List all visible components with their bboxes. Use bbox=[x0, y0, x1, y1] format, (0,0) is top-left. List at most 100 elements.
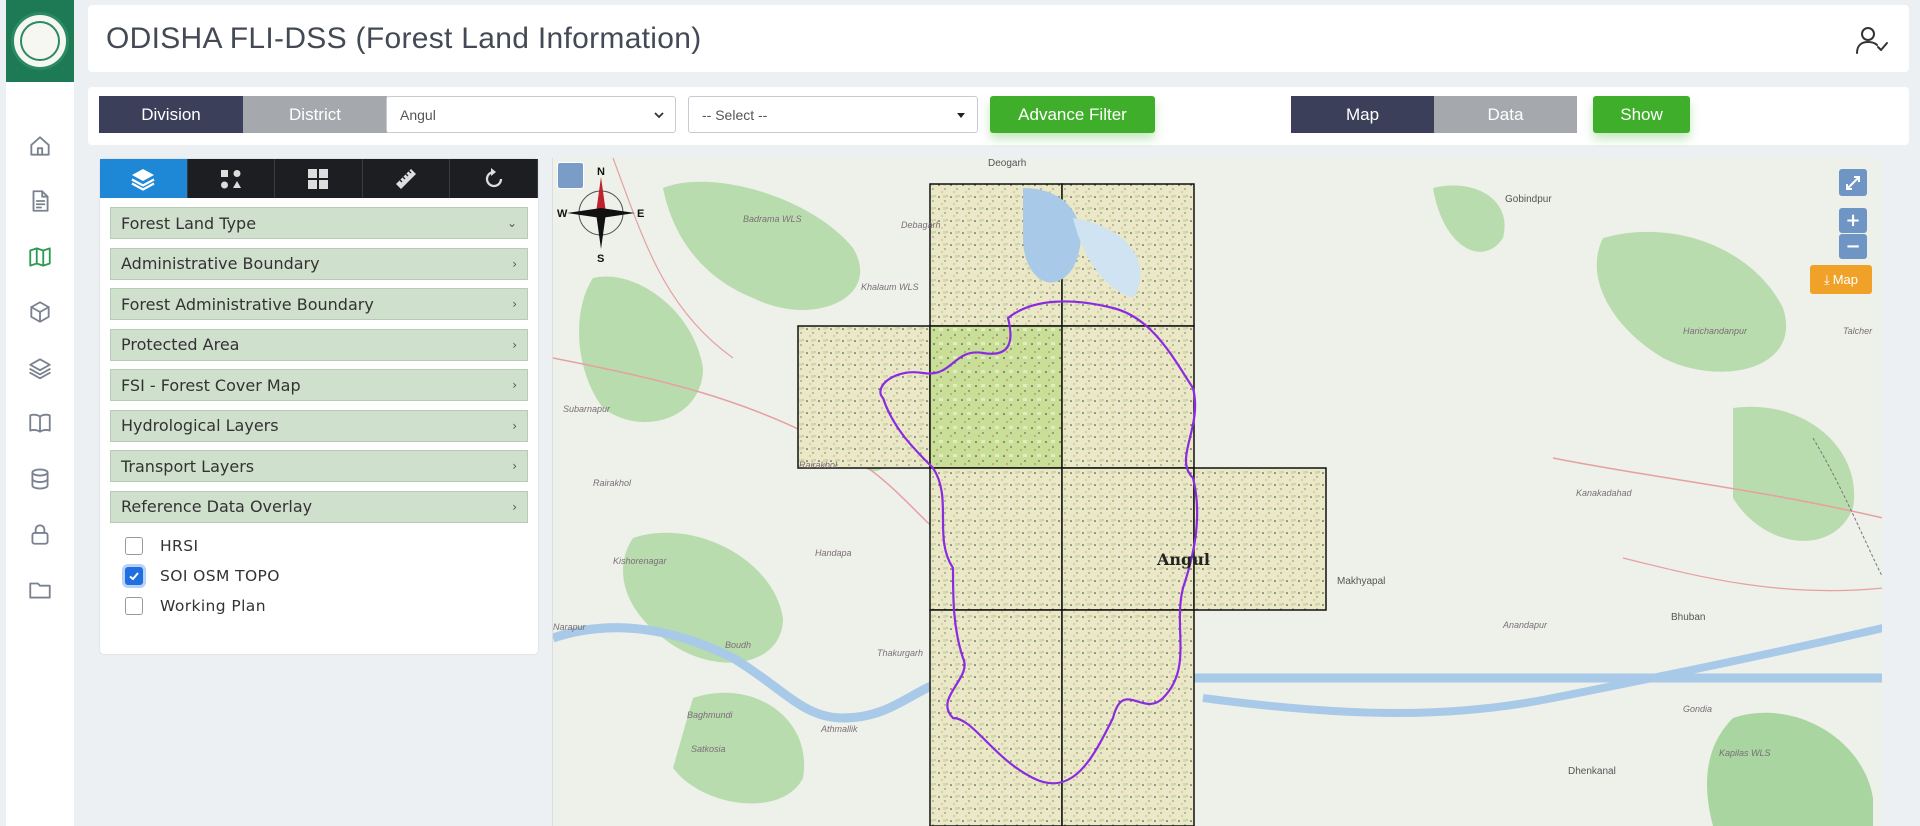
chevron-right-icon: › bbox=[512, 297, 517, 311]
place-label: Harichandanpur bbox=[1683, 326, 1748, 336]
chevron-right-icon: › bbox=[512, 459, 517, 473]
place-label: Kishorenagar bbox=[613, 556, 667, 566]
advance-filter-button[interactable]: Advance Filter bbox=[990, 96, 1155, 133]
district-toggle-button[interactable]: District bbox=[243, 96, 387, 133]
sidebar-item-files[interactable] bbox=[6, 562, 74, 618]
ruler-icon bbox=[396, 168, 417, 189]
checkbox-box[interactable] bbox=[125, 537, 143, 555]
district-label: Angul bbox=[1157, 550, 1210, 569]
download-map-button[interactable]: ⤓ Map bbox=[1810, 265, 1872, 294]
sidebar-nav bbox=[6, 118, 74, 618]
accordion-label: Reference Data Overlay bbox=[121, 497, 313, 516]
basis-toggle: Division District bbox=[99, 96, 387, 133]
accordion-administrative-boundary[interactable]: Administrative Boundary › bbox=[110, 247, 528, 280]
accordion-label: Forest Land Type bbox=[121, 213, 257, 233]
checkbox-working-plan[interactable]: Working Plan bbox=[125, 591, 538, 621]
place-label: Bhuban bbox=[1671, 612, 1706, 623]
check-icon bbox=[129, 572, 139, 581]
download-icon: ⤓ bbox=[1823, 271, 1830, 287]
fullscreen-button[interactable] bbox=[1839, 169, 1867, 196]
folder-icon bbox=[29, 582, 51, 599]
place-label: Handapa bbox=[815, 548, 852, 558]
place-label: Kanakadahad bbox=[1576, 488, 1632, 498]
user-account-button[interactable] bbox=[1855, 25, 1889, 55]
zoom-in-button[interactable]: + bbox=[1839, 208, 1867, 233]
tool-shapes[interactable] bbox=[187, 159, 276, 198]
place-label: Rairakhol bbox=[799, 460, 838, 470]
sidebar-item-database[interactable] bbox=[6, 451, 74, 507]
layer-accordion: Forest Land Type ⌄ Administrative Bounda… bbox=[110, 207, 528, 523]
accordion-label: Forest Administrative Boundary bbox=[121, 294, 374, 314]
place-label: Thakurgarh bbox=[877, 648, 924, 658]
place-label: Badrama WLS bbox=[743, 214, 802, 224]
chevron-right-icon: › bbox=[512, 418, 517, 433]
division-toggle-button[interactable]: Division bbox=[99, 96, 243, 133]
compass-s: S bbox=[597, 253, 604, 263]
place-label: Gondia bbox=[1683, 704, 1713, 714]
sidebar-item-security[interactable] bbox=[6, 507, 74, 563]
map-view-button[interactable]: Map bbox=[1291, 96, 1434, 133]
accordion-protected-area[interactable]: Protected Area › bbox=[110, 328, 528, 361]
panel-toolbar bbox=[100, 159, 538, 198]
sidebar bbox=[6, 0, 74, 826]
book-icon bbox=[29, 414, 51, 433]
chevron-down-icon: ⌄ bbox=[506, 216, 517, 230]
show-button[interactable]: Show bbox=[1593, 96, 1690, 133]
sidebar-item-layers[interactable] bbox=[6, 340, 74, 396]
map-icon bbox=[29, 247, 51, 267]
accordion-reference-data-overlay[interactable]: Reference Data Overlay › bbox=[110, 490, 528, 523]
cube-icon bbox=[30, 301, 50, 323]
document-icon bbox=[32, 190, 49, 212]
place-label: Dhenkanal bbox=[1568, 766, 1616, 777]
checkbox-box-checked[interactable] bbox=[125, 567, 143, 585]
accordion-label: Transport Layers bbox=[121, 456, 255, 476]
checkbox-label: SOI OSM TOPO bbox=[160, 567, 280, 585]
district-select[interactable]: Angul bbox=[386, 96, 676, 133]
data-view-button[interactable]: Data bbox=[1434, 96, 1577, 133]
chevron-right-icon: › bbox=[512, 337, 517, 352]
sidebar-item-guide[interactable] bbox=[6, 396, 74, 452]
checkbox-label: HRSI bbox=[160, 537, 199, 555]
division-select[interactable]: -- Select -- bbox=[688, 96, 978, 133]
accordion-fsi-forest-cover-map[interactable]: FSI - Forest Cover Map › bbox=[110, 369, 528, 401]
sidebar-item-map[interactable] bbox=[6, 229, 74, 285]
sidebar-item-home[interactable] bbox=[6, 118, 74, 174]
sidebar-item-3d[interactable] bbox=[6, 285, 74, 341]
checkbox-label: Working Plan bbox=[160, 597, 266, 615]
tool-reset[interactable] bbox=[450, 159, 538, 198]
home-icon bbox=[30, 136, 50, 156]
accordion-forest-land-type[interactable]: Forest Land Type ⌄ bbox=[110, 207, 528, 239]
accordion-hydrological-layers[interactable]: Hydrological Layers › bbox=[110, 409, 528, 442]
reference-overlay-options: HRSI SOI OSM TOPO Working Plan bbox=[125, 531, 538, 621]
place-label: Rairakhol bbox=[593, 478, 632, 488]
checkbox-hrsi[interactable]: HRSI bbox=[125, 531, 538, 561]
lock-icon bbox=[31, 524, 49, 545]
expand-icon bbox=[1846, 175, 1860, 190]
sidebar-item-documents[interactable] bbox=[6, 174, 74, 230]
map-canvas[interactable]: N S W E + − ⤓ Map Angul Deogarh Debagarh… bbox=[552, 158, 1882, 826]
tool-grid[interactable] bbox=[275, 159, 363, 198]
layers-icon bbox=[131, 168, 155, 191]
checkbox-box[interactable] bbox=[125, 597, 143, 615]
division-select-value: -- Select -- bbox=[702, 106, 768, 123]
place-label: Satkosia bbox=[691, 744, 726, 754]
chevron-down-icon bbox=[654, 112, 664, 119]
layer-panel: Forest Land Type ⌄ Administrative Bounda… bbox=[99, 158, 539, 655]
zoom-out-button[interactable]: − bbox=[1839, 234, 1867, 259]
chevron-right-icon: › bbox=[512, 256, 517, 271]
grid-icon bbox=[308, 168, 329, 189]
odisha-emblem-logo[interactable] bbox=[6, 0, 74, 82]
accordion-transport-layers[interactable]: Transport Layers › bbox=[110, 450, 528, 482]
compass-rose-icon: N S W E bbox=[557, 166, 644, 263]
refresh-icon bbox=[485, 167, 502, 187]
tool-layers[interactable] bbox=[100, 159, 188, 198]
compass-n: N bbox=[597, 166, 605, 178]
compass-w: W bbox=[557, 208, 568, 220]
tool-measure[interactable] bbox=[362, 159, 451, 198]
view-toggle: Map Data bbox=[1291, 96, 1577, 133]
checkbox-soi-osm-topo[interactable]: SOI OSM TOPO bbox=[125, 561, 538, 591]
compass-e: E bbox=[637, 208, 644, 220]
accordion-forest-administrative-boundary[interactable]: Forest Administrative Boundary › bbox=[110, 288, 528, 320]
accordion-label: FSI - Forest Cover Map bbox=[121, 375, 301, 395]
place-label: Gobindpur bbox=[1505, 194, 1552, 205]
